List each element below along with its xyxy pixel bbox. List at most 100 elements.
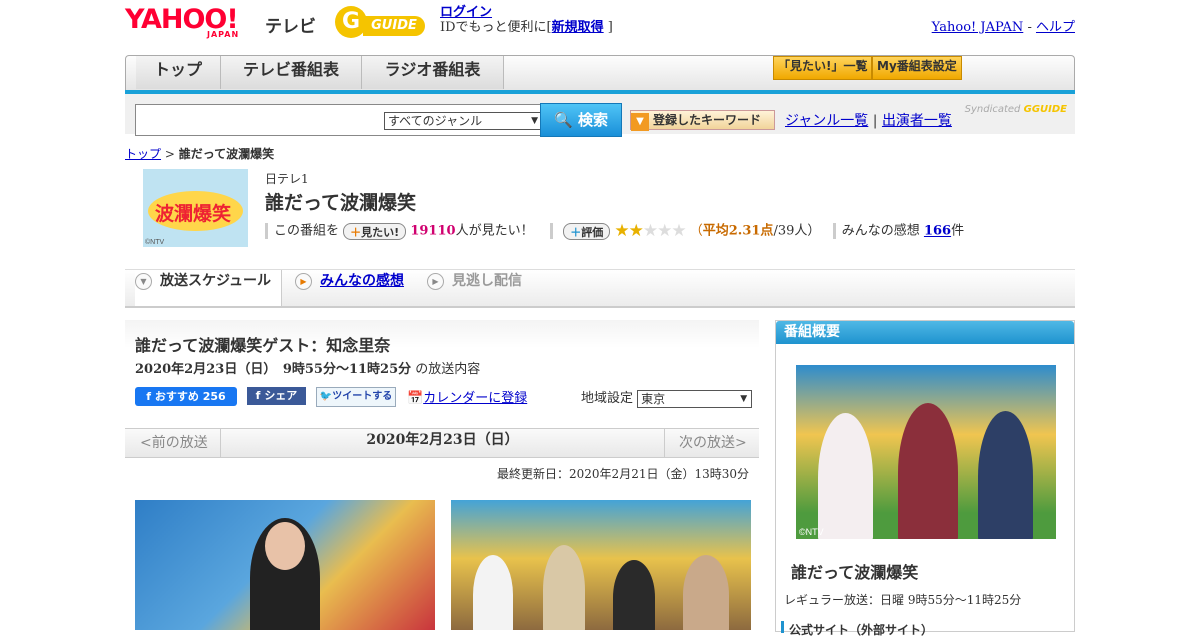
mitai-button-label: 見たい! <box>361 225 400 239</box>
episode-header: 誰だって波瀾爆笑ゲスト：知念里奈 2020年2月23日（日） 9時55分～11時… <box>125 320 759 415</box>
official-site-marker <box>781 621 784 633</box>
logo-tv-label: テレビ <box>265 17 316 37</box>
rating-stars: ★★★★★ <box>614 221 686 241</box>
tab-top[interactable]: トップ <box>136 56 221 89</box>
breadcrumb-top-link[interactable]: トップ <box>125 147 161 161</box>
login-text-end: ] <box>607 20 613 35</box>
thumb-title-text: 波瀾爆笑 <box>155 203 232 225</box>
login-link[interactable]: ログイン <box>440 5 492 20</box>
tweet-button[interactable]: 🐦ツイートする <box>316 387 396 407</box>
tab-schedule[interactable]: ▼ 放送スケジュール <box>135 270 282 306</box>
breadcrumb-current: 誰だって波瀾爆笑 <box>178 147 275 161</box>
tab-missed[interactable]: ▶ 見逃し配信 <box>427 270 522 306</box>
genre-list-link[interactable]: ジャンル一覧 <box>785 113 868 129</box>
search-icon: 🔍 <box>554 111 573 129</box>
program-title: 誰だって波瀾爆笑 <box>265 192 417 214</box>
reviews-count-link[interactable]: 166 <box>924 224 951 239</box>
reviews-label: みんなの感想 <box>841 223 920 239</box>
cast-figure-3 <box>613 560 655 630</box>
divider <box>550 223 554 239</box>
gguide-text: GUIDE <box>363 16 425 36</box>
rating-open: （ <box>689 223 703 239</box>
top-links: Yahoo! JAPAN - ヘルプ <box>932 16 1075 35</box>
thumb-copyright: ©NTV <box>145 239 165 246</box>
yahoo-japan-link[interactable]: Yahoo! JAPAN <box>932 20 1024 35</box>
keyword-button-label: 登録したキーワード <box>653 113 762 127</box>
cast-figure-2 <box>543 545 585 630</box>
search-button-label: 検索 <box>577 111 608 129</box>
mitai-count: 19110 <box>410 223 456 239</box>
gguide-small-text: GUIDE <box>1031 104 1067 115</box>
broadcast-pager: <前の放送 2020年2月23日（日） 次の放送> <box>125 428 759 458</box>
mitai-button[interactable]: ＋見たい! <box>343 222 407 240</box>
calendar-icon: 📅 <box>407 391 424 406</box>
region-select[interactable]: 東京 <box>637 389 753 408</box>
plus-icon: ＋ <box>570 225 582 239</box>
yahoo-logo-japan: JAPAN <box>207 30 240 39</box>
genre-links: ジャンル一覧 | 出演者一覧 <box>785 110 952 130</box>
page: YAHOO! JAPAN テレビ G GUIDE ログイン IDでもっと便利に[… <box>125 0 1075 637</box>
cast-figure-1 <box>473 555 513 630</box>
host-figure-2 <box>898 403 958 539</box>
calendar-link[interactable]: カレンダーに登録 <box>423 391 527 406</box>
my-schedule-button[interactable]: My番組表設定 <box>872 56 962 80</box>
prev-broadcast-link[interactable]: <前の放送 <box>140 429 208 457</box>
episode-photo-2 <box>451 500 751 630</box>
yahoo-tv-logo[interactable]: YAHOO! JAPAN テレビ <box>125 4 316 42</box>
twitter-icon: 🐦 <box>319 391 333 402</box>
facebook-icon: f <box>255 389 261 402</box>
chevron-right-icon: ▶ <box>295 272 312 290</box>
search-button[interactable]: 🔍 検索 <box>540 103 622 137</box>
rating-count: /39人） <box>773 223 821 239</box>
episode-date-suffix: の放送内容 <box>415 362 481 377</box>
help-link[interactable]: ヘルプ <box>1036 20 1075 35</box>
mitai-list-button[interactable]: 「見たい!」一覧 <box>773 56 873 80</box>
tab-radio-schedule[interactable]: ラジオ番組表 <box>362 56 504 89</box>
genre-select[interactable]: すべてのジャンル <box>384 112 542 130</box>
facebook-recommend-button[interactable]: f おすすめ 256 <box>135 387 237 406</box>
overview-title: 誰だって波瀾爆笑 <box>791 563 919 582</box>
overview-copyright: ©NTV <box>799 527 824 537</box>
chevron-down-icon: ▼ <box>135 272 152 290</box>
fb-share-label: シェア <box>264 389 298 402</box>
tab-tv-schedule[interactable]: テレビ番組表 <box>221 56 362 89</box>
gguide-logo[interactable]: G GUIDE <box>335 6 427 40</box>
divider <box>832 223 836 239</box>
episode-photo-1 <box>135 500 435 630</box>
plus-icon: ＋ <box>350 225 362 239</box>
rating-average: 平均2.31点 <box>702 223 774 239</box>
global-nav: トップ テレビ番組表 ラジオ番組表 「見たい!」一覧 My番組表設定 <box>125 55 1075 92</box>
program-thumbnail: 波瀾爆笑 ©NTV <box>143 169 248 247</box>
divider <box>265 223 268 239</box>
host-figure-1 <box>818 413 873 539</box>
tab-reviews-label: みんなの感想 <box>320 273 404 289</box>
next-broadcast-link[interactable]: 次の放送> <box>679 429 747 457</box>
chevron-right-icon: ▶ <box>427 272 444 290</box>
content-tabs: ▼ 放送スケジュール ▶ みんなの感想 ▶ 見逃し配信 <box>125 269 1075 308</box>
guest-face <box>265 522 305 570</box>
overview-heading: 番組概要 <box>776 321 1074 344</box>
facebook-share-button[interactable]: f シェア <box>247 387 306 405</box>
tab-schedule-label: 放送スケジュール <box>160 273 272 289</box>
performer-list-link[interactable]: 出演者一覧 <box>882 113 952 129</box>
gguide-small-logo: G <box>1023 104 1032 115</box>
tab-reviews[interactable]: ▶ みんなの感想 <box>295 270 404 306</box>
fb-count: 256 <box>202 390 226 403</box>
calendar-register[interactable]: 📅カレンダーに登録 <box>407 387 527 406</box>
keyword-button[interactable]: ▼ 登録したキーワード <box>630 110 775 131</box>
login-area: ログイン IDでもっと便利に[新規取得 ] <box>440 5 613 35</box>
rating-button[interactable]: ＋評価 <box>563 222 611 240</box>
breadcrumb-sep: > <box>164 147 175 161</box>
channel-name: 日テレ1 <box>265 172 309 186</box>
episode-date-line: 2020年2月23日（日） 9時55分～11時25分 の放送内容 <box>135 358 480 377</box>
syndicated-label: Syndicated GGUIDE <box>965 104 1067 115</box>
register-link[interactable]: 新規取得 <box>552 20 604 35</box>
overview-photo: ©NTV <box>796 365 1056 539</box>
program-stats: この番組を ＋見たい! 19110人が見たい！ ＋評価 ★★★★★ （平均2.3… <box>265 221 1085 241</box>
syndicated-text: Syndicated <box>964 104 1021 115</box>
overview-regular: レギュラー放送：日曜 9時55分～11時25分 <box>784 593 1022 607</box>
program-overview-panel: 番組概要 ©NTV 誰だって波瀾爆笑 レギュラー放送：日曜 9時55分～11時2… <box>775 320 1075 637</box>
episode-title: 誰だって波瀾爆笑ゲスト：知念里奈 <box>135 336 391 355</box>
search-bar: すべてのジャンル 🔍 検索 ▼登録したキーワード ジャンル一覧 | 出演者一覧 … <box>125 94 1075 137</box>
tab-missed-label: 見逃し配信 <box>452 273 522 289</box>
